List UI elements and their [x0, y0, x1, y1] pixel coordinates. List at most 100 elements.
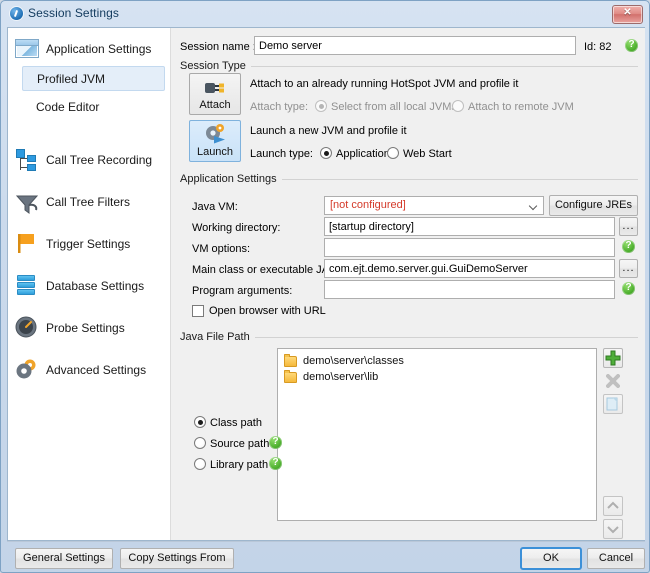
launch-type-label: Launch type: — [250, 148, 313, 160]
move-down-icon — [607, 526, 619, 534]
sidebar-item-call-tree-recording[interactable]: Call Tree Recording — [14, 145, 165, 174]
group-divider — [250, 337, 638, 338]
gauge-icon — [14, 315, 40, 341]
radio-class-path[interactable] — [194, 416, 206, 428]
funnel-icon — [14, 189, 40, 215]
list-item-label: demo\server\lib — [303, 371, 379, 383]
radio-attach-remote-jvm[interactable] — [452, 100, 464, 112]
session-id-label: Id: 82 — [584, 41, 612, 53]
help-icon[interactable] — [625, 38, 638, 52]
radio-select-local-jvms-label: Select from all local JVMs — [331, 101, 457, 113]
help-icon[interactable] — [269, 456, 282, 470]
sidebar-item-profiled-jvm[interactable]: Profiled JVM — [22, 66, 165, 91]
folder-icon — [284, 369, 297, 383]
group-divider — [272, 179, 638, 180]
configure-jres-button[interactable]: Configure JREs — [549, 195, 638, 216]
open-browser-checkbox[interactable] — [192, 305, 204, 317]
attach-mode-button[interactable]: Attach — [189, 73, 241, 115]
session-settings-window: Session Settings ✕ Application Settings … — [0, 0, 650, 573]
sidebar-item-label: Probe Settings — [46, 320, 125, 335]
help-icon[interactable] — [622, 239, 635, 253]
profiled-jvm-pane: Session name : Id: 82 Session Type Attac… — [172, 28, 645, 540]
working-directory-input[interactable] — [324, 217, 615, 236]
radio-application[interactable] — [320, 147, 332, 159]
open-browser-label: Open browser with URL — [209, 305, 326, 317]
radio-source-path[interactable] — [194, 437, 206, 449]
program-arguments-label: Program arguments: — [192, 285, 293, 297]
dialog-client-area: Application Settings Profiled JVM Code E… — [7, 27, 645, 541]
sidebar-item-application-settings[interactable]: Application Settings — [14, 34, 165, 63]
session-name-label: Session name : — [180, 41, 256, 53]
list-item[interactable]: demo\server\classes — [278, 353, 596, 369]
remove-icon — [606, 374, 620, 388]
main-class-label: Main class or executable JAR: — [192, 264, 340, 276]
general-settings-button[interactable]: General Settings — [15, 548, 113, 569]
chevron-down-icon — [530, 203, 537, 210]
radio-web-start-label: Web Start — [403, 148, 452, 160]
tree-icon — [14, 147, 40, 173]
launch-description: Launch a new JVM and profile it — [250, 125, 407, 137]
launch-mode-button[interactable]: Launch — [189, 120, 241, 162]
vm-options-label: VM options: — [192, 243, 251, 255]
footer-divider — [7, 541, 645, 542]
radio-application-label: Application — [336, 148, 390, 160]
radio-library-path-label: Library path — [210, 459, 269, 471]
sidebar-item-advanced-settings[interactable]: Advanced Settings — [14, 355, 165, 384]
add-icon — [605, 350, 621, 366]
main-class-browse-button[interactable]: ... — [619, 259, 638, 278]
window-title: Session Settings — [28, 6, 119, 20]
remove-path-button[interactable] — [603, 371, 623, 391]
group-divider — [244, 66, 638, 67]
close-icon: ✕ — [623, 7, 632, 18]
working-directory-label: Working directory: — [192, 222, 281, 234]
move-up-button[interactable] — [603, 496, 623, 516]
radio-select-local-jvms[interactable] — [315, 100, 327, 112]
vm-options-input[interactable] — [324, 238, 615, 257]
help-icon[interactable] — [622, 281, 635, 295]
window-icon — [14, 36, 40, 62]
add-path-button[interactable] — [603, 348, 623, 368]
move-down-button[interactable] — [603, 519, 623, 539]
radio-web-start[interactable] — [387, 147, 399, 159]
main-class-input[interactable] — [324, 259, 615, 278]
radio-library-path[interactable] — [194, 458, 206, 470]
sidebar-item-probe-settings[interactable]: Probe Settings — [14, 313, 165, 342]
working-directory-browse-button[interactable]: ... — [619, 217, 638, 236]
close-button[interactable]: ✕ — [612, 5, 643, 24]
java-vm-combo[interactable]: [not configured] — [324, 196, 544, 215]
java-file-path-list[interactable]: demo\server\classes demo\server\lib — [277, 348, 597, 521]
edit-icon — [606, 397, 618, 411]
radio-source-path-label: Source path — [210, 438, 270, 450]
folder-icon — [284, 353, 297, 367]
sidebar-item-label: Call Tree Filters — [46, 194, 131, 209]
sidebar-item-label: Application Settings — [46, 41, 152, 56]
session-name-input[interactable] — [254, 36, 576, 55]
plug-icon — [205, 83, 224, 93]
list-item-label: demo\server\classes — [303, 355, 404, 367]
program-arguments-input[interactable] — [324, 280, 615, 299]
cancel-button[interactable]: Cancel — [587, 548, 645, 569]
attach-button-label: Attach — [199, 99, 231, 111]
sidebar-item-label: Trigger Settings — [46, 236, 131, 251]
database-icon — [14, 273, 40, 299]
sidebar-item-label: Profiled JVM — [37, 71, 106, 86]
java-file-path-group-title: Java File Path — [180, 331, 255, 343]
sidebar-item-code-editor[interactable]: Code Editor — [22, 94, 165, 119]
gear-play-icon — [206, 124, 225, 144]
gears-icon — [14, 357, 40, 383]
launch-button-label: Launch — [196, 146, 234, 158]
list-item[interactable]: demo\server\lib — [278, 369, 596, 385]
sidebar-item-label: Call Tree Recording — [46, 152, 153, 167]
sidebar-item-trigger-settings[interactable]: Trigger Settings — [14, 229, 165, 258]
ok-button[interactable]: OK — [520, 547, 582, 570]
java-vm-value: [not configured] — [330, 199, 406, 211]
sidebar-item-call-tree-filters[interactable]: Call Tree Filters — [14, 187, 165, 216]
help-icon[interactable] — [269, 435, 282, 449]
java-vm-label: Java VM: — [192, 201, 238, 213]
edit-path-button[interactable] — [603, 394, 623, 414]
dialog-footer: General Settings Copy Settings From OK C… — [7, 541, 645, 571]
sidebar-item-database-settings[interactable]: Database Settings — [14, 271, 165, 300]
sidebar-item-label: Database Settings — [46, 278, 145, 293]
application-settings-group-title: Application Settings — [180, 173, 282, 185]
copy-settings-from-button[interactable]: Copy Settings From — [120, 548, 234, 569]
